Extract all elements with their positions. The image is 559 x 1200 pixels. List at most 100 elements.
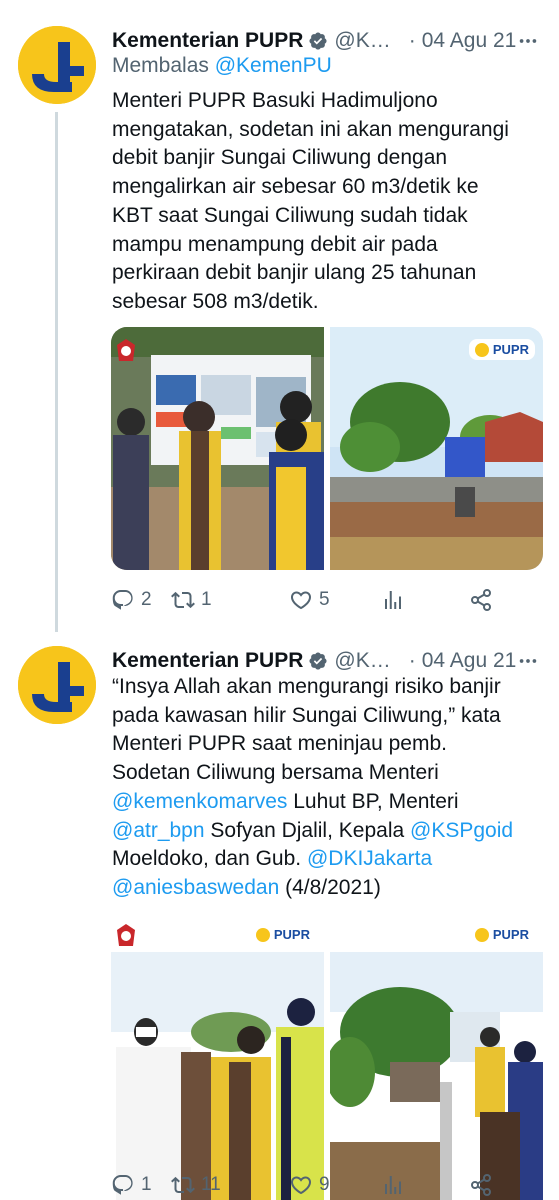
tweet-text-segment: mengalirkan air sebesar 60 m3/detik ke <box>112 175 479 199</box>
mention-link[interactable]: @kemenkomarves <box>112 790 287 813</box>
tweet-text-line: mampu menampung debit air pada <box>112 231 532 260</box>
reply-icon <box>112 590 133 610</box>
pupr-logo-icon <box>18 26 96 104</box>
officials-photo[interactable]: PUPR <box>111 912 324 1200</box>
author-handle[interactable]: @K… <box>334 649 390 673</box>
share-button[interactable] <box>469 1173 493 1197</box>
tweet-text-line: Menteri PUPR Basuki Hadimuljono <box>112 87 532 116</box>
tweet[interactable]: Kementerian PUPR @K… · 04 Agu 21 “Insya … <box>0 646 559 1200</box>
tweet-date[interactable]: 04 Agu 21 <box>422 29 517 53</box>
reply-button[interactable]: 1 <box>111 1173 152 1197</box>
retweet-count: 11 <box>201 1174 221 1195</box>
pupr-logo-icon <box>474 342 489 357</box>
pupr-badge: PUPR <box>468 339 535 360</box>
tweet-text-segment: Menteri PUPR saat meninjau pemb. <box>112 732 447 756</box>
heart-icon <box>290 1176 312 1195</box>
share-icon <box>471 589 491 611</box>
tweet-text-segment: (4/8/2021) <box>279 875 381 899</box>
pupr-logo-icon <box>18 646 96 724</box>
retweet-button[interactable]: 11 <box>171 1173 221 1197</box>
pupr-badge: PUPR <box>468 924 535 945</box>
analytics-button[interactable] <box>381 1173 405 1197</box>
tweet-text-line: @kemenkomarves Luhut BP, Menteri <box>112 788 532 817</box>
share-button[interactable] <box>469 588 493 612</box>
analytics-icon <box>385 1176 401 1194</box>
river-photo[interactable]: PUPR <box>330 327 543 570</box>
author-name[interactable]: Kementerian PUPR <box>112 29 303 53</box>
tweet-text-line: mengatakan, sodetan ini akan mengurangi <box>112 116 532 145</box>
tweet-text: “Insya Allah akan mengurangi risiko banj… <box>112 673 532 903</box>
replying-to-link[interactable]: @KemenPU <box>215 54 332 77</box>
mention-link[interactable]: @atr_bpn <box>112 819 205 842</box>
replying-prefix: Membalas <box>112 54 209 77</box>
mention-link[interactable]: @KSPgoid <box>410 819 513 842</box>
tweet-text-line: Menteri PUPR saat meninjau pemb. <box>112 730 532 759</box>
verified-badge-icon <box>308 651 328 671</box>
more-icon[interactable] <box>509 646 539 676</box>
tweet-header: Kementerian PUPR @K… · 04 Agu 21 <box>112 646 539 676</box>
tweet-actions: 2 1 5 <box>111 586 531 614</box>
tweet-text-line: @atr_bpn Sofyan Djalil, Kepala @KSPgoid <box>112 817 532 846</box>
tweet-text-line: sebesar 508 m3/detik. <box>112 288 532 317</box>
like-button[interactable]: 9 <box>289 1173 330 1197</box>
tweet-text-line: Sodetan Ciliwung bersama Menteri <box>112 759 532 788</box>
tweet-text-line: “Insya Allah akan mengurangi risiko banj… <box>112 673 532 702</box>
retweet-icon <box>171 1176 195 1194</box>
tweet[interactable]: Kementerian PUPR @K… · 04 Agu 21 Membala… <box>0 26 559 616</box>
tweet-text-line: debit banjir Sungai Ciliwung dengan <box>112 144 532 173</box>
tweet-text-segment: Luhut BP, Menteri <box>287 789 459 813</box>
separator-dot: · <box>408 649 416 672</box>
tweet-date[interactable]: 04 Agu 21 <box>422 649 517 673</box>
meeting-photo[interactable] <box>111 327 324 570</box>
mention-link[interactable]: @aniesbaswedan <box>112 876 279 899</box>
tweet-text-segment: “Insya Allah akan mengurangi risiko banj… <box>112 675 501 698</box>
tweet-text-segment: sebesar 508 m3/detik. <box>112 289 319 313</box>
mention-link[interactable]: @DKIJakarta <box>307 847 432 870</box>
replying-to: Membalas @KemenPU <box>112 54 332 78</box>
tweet-text: Menteri PUPR Basuki Hadimuljono mengataka… <box>112 87 532 317</box>
tweet-text-segment: perkiraan debit banjir ulang 25 tahunan <box>112 261 477 285</box>
verified-badge-icon <box>308 31 328 51</box>
retweet-count: 1 <box>201 589 212 610</box>
badge-label: PUPR <box>492 342 529 357</box>
pupr-logo-icon <box>255 927 270 942</box>
author-name[interactable]: Kementerian PUPR <box>112 649 303 673</box>
like-button[interactable]: 5 <box>289 588 330 612</box>
more-icon[interactable] <box>509 26 539 56</box>
badge-label: PUPR <box>492 927 529 942</box>
reply-icon <box>112 1175 133 1195</box>
author-handle[interactable]: @K… <box>334 29 390 53</box>
tweet-actions: 1 11 9 <box>111 1171 531 1199</box>
tweet-text-segment: Sofyan Djalil, Kepala <box>204 818 410 842</box>
retweet-button[interactable]: 1 <box>171 588 212 612</box>
tweet-text-line: pada kawasan hilir Sungai Ciliwung,” kat… <box>112 702 532 731</box>
analytics-button[interactable] <box>381 588 405 612</box>
reply-count: 2 <box>141 589 152 610</box>
tweet-text-segment: KBT saat Sungai Ciliwung sudah tidak <box>112 203 468 227</box>
analytics-icon <box>385 591 401 609</box>
tweet-text-line: Moeldoko, dan Gub. @DKIJakarta <box>112 845 532 874</box>
tweet-text-segment: Sodetan Ciliwung bersama Menteri <box>112 761 439 785</box>
reply-button[interactable]: 2 <box>111 588 152 612</box>
tweet-text-segment: pada kawasan hilir Sungai Ciliwung,” kat… <box>112 703 501 727</box>
site-visit-photo[interactable]: PUPR <box>330 912 543 1200</box>
tweet-text-line: mengalirkan air sebesar 60 m3/detik ke <box>112 173 532 202</box>
tweet-text-segment: debit banjir Sungai Ciliwung dengan <box>112 146 448 170</box>
tweet-header: Kementerian PUPR @K… · 04 Agu 21 <box>112 26 539 56</box>
avatar[interactable] <box>18 646 96 724</box>
reply-count: 1 <box>141 1174 152 1195</box>
like-count: 5 <box>319 589 330 610</box>
tweet-media[interactable]: PUPR <box>111 327 543 570</box>
tweet-text-segment: Moeldoko, dan Gub. <box>112 847 307 871</box>
tweet-text-line: KBT saat Sungai Ciliwung sudah tidak <box>112 202 532 231</box>
tweet-text-segment: Menteri PUPR Basuki Hadimuljono <box>112 89 438 112</box>
like-count: 9 <box>319 1174 330 1195</box>
tweet-text-segment: mengatakan, sodetan ini akan mengurangi <box>112 117 509 141</box>
heart-icon <box>290 591 312 610</box>
tweet-text-line: perkiraan debit banjir ulang 25 tahunan <box>112 259 532 288</box>
share-icon <box>471 1174 491 1196</box>
retweet-icon <box>171 591 195 609</box>
avatar[interactable] <box>18 26 96 104</box>
tweet-media[interactable]: PUPR PUPR <box>111 912 543 1200</box>
pupr-logo-icon <box>474 927 489 942</box>
